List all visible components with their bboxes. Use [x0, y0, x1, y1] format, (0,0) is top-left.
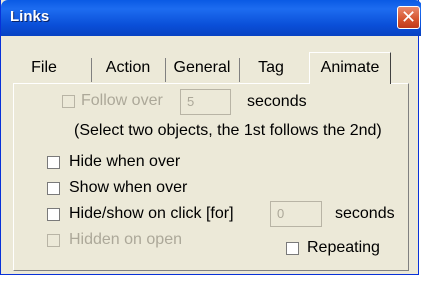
- click-seconds-unit: seconds: [335, 205, 395, 222]
- instruction-text: (Select two objects, the 1st follows the…: [74, 122, 382, 139]
- show-when-over-checkbox[interactable]: [47, 182, 60, 195]
- tab-general[interactable]: General: [167, 55, 237, 82]
- tab-divider: [165, 58, 166, 82]
- hide-when-over-checkbox[interactable]: [47, 156, 60, 169]
- repeating-label: Repeating: [307, 239, 380, 256]
- tab-action[interactable]: Action: [93, 55, 163, 82]
- hide-when-over-label: Hide when over: [69, 153, 181, 170]
- close-icon: ✕: [400, 7, 417, 27]
- tab-divider: [239, 58, 240, 82]
- follow-over-label: Follow over: [81, 92, 163, 109]
- tab-animate[interactable]: Animate: [309, 52, 391, 84]
- title-bar[interactable]: Links ✕: [1, 0, 421, 36]
- show-when-over-label: Show when over: [69, 179, 188, 196]
- click-seconds-field[interactable]: 0: [270, 201, 322, 227]
- hide-show-on-click-checkbox[interactable]: [47, 208, 60, 221]
- tab-tag[interactable]: Tag: [241, 55, 301, 82]
- hidden-on-open-checkbox[interactable]: [47, 234, 60, 247]
- close-button[interactable]: ✕: [397, 6, 420, 29]
- follow-over-unit: seconds: [247, 93, 307, 110]
- tab-divider: [91, 58, 92, 82]
- tab-file[interactable]: File: [15, 55, 73, 82]
- repeating-checkbox[interactable]: [286, 242, 299, 255]
- window-title: Links: [10, 8, 50, 25]
- follow-over-seconds-field[interactable]: 5: [180, 89, 231, 115]
- hidden-on-open-label: Hidden on open: [69, 231, 182, 248]
- links-dialog: Links ✕ File Action General Tag Animate …: [0, 0, 421, 275]
- follow-over-checkbox[interactable]: [62, 95, 75, 108]
- hide-show-on-click-label: Hide/show on click [for]: [69, 205, 234, 222]
